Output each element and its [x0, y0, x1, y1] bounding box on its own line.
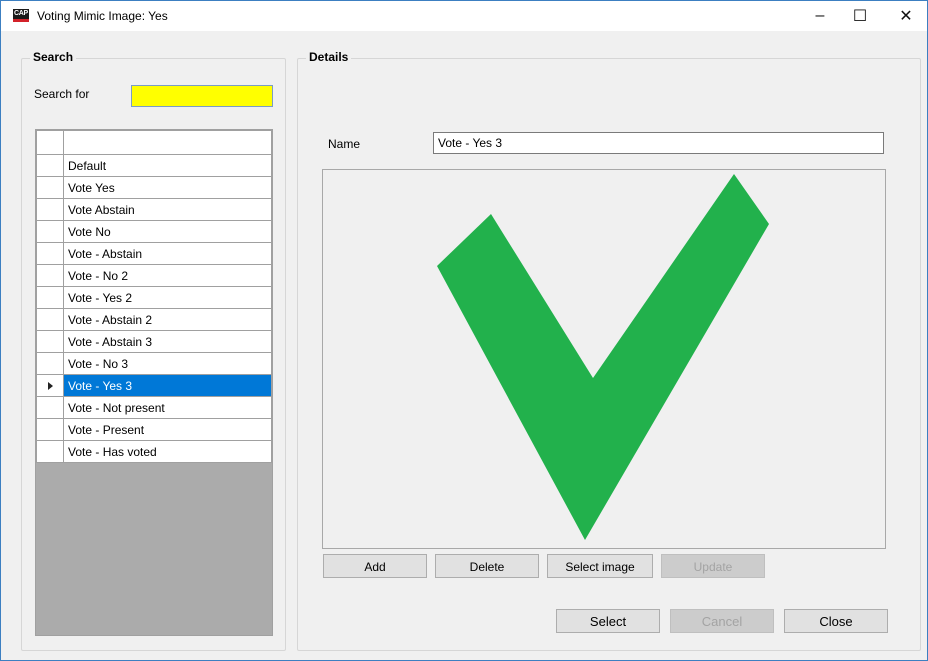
- row-indicator[interactable]: [36, 220, 64, 243]
- window-title: Voting Mimic Image: Yes: [37, 9, 168, 23]
- row-name-cell[interactable]: Vote - No 3: [63, 352, 272, 375]
- search-input[interactable]: [131, 85, 273, 107]
- name-label: Name: [328, 137, 361, 151]
- close-button[interactable]: Close: [784, 609, 888, 633]
- row-name-cell[interactable]: Vote - Present: [63, 418, 272, 441]
- row-indicator[interactable]: [36, 440, 64, 463]
- delete-button[interactable]: Delete: [435, 554, 539, 578]
- close-window-button[interactable]: ✕: [883, 1, 928, 31]
- checkmark-icon: [437, 174, 769, 540]
- current-row-arrow-icon: [47, 381, 53, 390]
- row-name-cell[interactable]: Vote - Abstain: [63, 242, 272, 265]
- row-indicator[interactable]: [36, 374, 64, 397]
- table-row[interactable]: Vote Abstain: [36, 198, 272, 221]
- select-image-button[interactable]: Select image: [547, 554, 653, 578]
- image-list-grid[interactable]: Default Vote Yes Vote Abstain Vote No Vote -…: [35, 129, 273, 636]
- row-indicator[interactable]: [36, 352, 64, 375]
- table-row[interactable]: Default: [36, 154, 272, 177]
- table-row[interactable]: Vote - Yes 3: [36, 374, 272, 397]
- row-indicator[interactable]: [36, 242, 64, 265]
- row-indicator[interactable]: [36, 396, 64, 419]
- search-group-title: Search: [30, 50, 77, 64]
- select-button[interactable]: Select: [556, 609, 660, 633]
- image-preview: [322, 169, 886, 549]
- row-name-cell[interactable]: Vote - Yes 3: [63, 374, 272, 397]
- add-button[interactable]: Add: [323, 554, 427, 578]
- search-label: Search for: [34, 87, 90, 101]
- table-row[interactable]: Vote - Abstain: [36, 242, 272, 265]
- row-name-cell[interactable]: Vote Abstain: [63, 198, 272, 221]
- app-logo-icon: CAP: [13, 9, 29, 22]
- table-row[interactable]: Vote - Has voted: [36, 440, 272, 463]
- row-name-cell[interactable]: Vote - No 2: [63, 264, 272, 287]
- row-name-cell[interactable]: Default: [63, 154, 272, 177]
- name-input[interactable]: [433, 132, 884, 154]
- row-name-cell[interactable]: Vote - Not present: [63, 396, 272, 419]
- table-row[interactable]: Vote - Not present: [36, 396, 272, 419]
- row-indicator[interactable]: [36, 176, 64, 199]
- table-row[interactable]: Vote - Abstain 2: [36, 308, 272, 331]
- details-group-title: Details: [306, 50, 352, 64]
- maximize-button[interactable]: ☐: [837, 1, 883, 31]
- row-name-cell[interactable]: Vote - Has voted: [63, 440, 272, 463]
- dialog-window: CAP Voting Mimic Image: Yes – ☐ ✕ Search…: [0, 0, 928, 661]
- table-row[interactable]: Vote - Abstain 3: [36, 330, 272, 353]
- row-name-cell[interactable]: Vote No: [63, 220, 272, 243]
- row-indicator[interactable]: [36, 418, 64, 441]
- table-row[interactable]: Vote - Present: [36, 418, 272, 441]
- table-row[interactable]: Vote - No 3: [36, 352, 272, 375]
- row-indicator[interactable]: [36, 308, 64, 331]
- table-row[interactable]: Vote Yes: [36, 176, 272, 199]
- grid-header-row: [36, 130, 272, 155]
- title-bar[interactable]: CAP Voting Mimic Image: Yes – ☐ ✕: [1, 1, 927, 31]
- row-indicator[interactable]: [36, 198, 64, 221]
- row-name-cell[interactable]: Vote - Yes 2: [63, 286, 272, 309]
- row-name-cell[interactable]: Vote - Abstain 2: [63, 308, 272, 331]
- update-button[interactable]: Update: [661, 554, 765, 578]
- image-list-table: Default Vote Yes Vote Abstain Vote No Vote -…: [36, 130, 272, 463]
- row-indicator[interactable]: [36, 264, 64, 287]
- table-row[interactable]: Vote - No 2: [36, 264, 272, 287]
- cancel-button[interactable]: Cancel: [670, 609, 774, 633]
- row-indicator[interactable]: [36, 154, 64, 177]
- row-name-cell[interactable]: Vote Yes: [63, 176, 272, 199]
- row-name-cell[interactable]: Vote - Abstain 3: [63, 330, 272, 353]
- row-indicator[interactable]: [36, 330, 64, 353]
- row-indicator[interactable]: [36, 286, 64, 309]
- table-row[interactable]: Vote No: [36, 220, 272, 243]
- table-row[interactable]: Vote - Yes 2: [36, 286, 272, 309]
- grid-header-cell[interactable]: [63, 130, 272, 155]
- grid-corner-cell[interactable]: [36, 130, 64, 155]
